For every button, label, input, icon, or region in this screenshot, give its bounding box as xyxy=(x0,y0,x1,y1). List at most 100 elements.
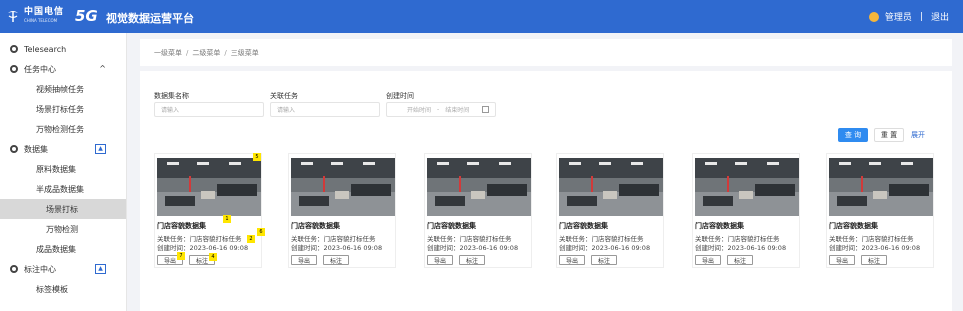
brand-name: 中国电信 xyxy=(24,7,65,17)
thumb-sofa xyxy=(165,196,195,206)
sidebar-item-label: 标签模板 xyxy=(36,284,68,294)
thumb-light xyxy=(167,162,179,165)
breadcrumb-level-3: 三级菜单 xyxy=(230,48,259,57)
sidebar-item-2[interactable]: 视频抽帧任务 xyxy=(0,79,126,99)
thumb-ceiling xyxy=(695,158,799,178)
thumb-sofa xyxy=(351,184,391,196)
thumb-table xyxy=(335,191,349,199)
dataset-thumbnail[interactable] xyxy=(427,158,531,216)
app-title: 视觉数据运营平台 xyxy=(106,12,194,25)
end-time-placeholder: 结束时间 xyxy=(445,107,470,114)
sidebar-item-10[interactable]: 成品数据集 xyxy=(0,239,126,259)
thumb-sofa xyxy=(837,196,867,206)
export-button[interactable]: 导出 xyxy=(291,255,317,265)
user-name[interactable]: 管理员 xyxy=(885,10,912,23)
chevron-up-icon[interactable]: ^ xyxy=(99,64,106,73)
card-create-time: 创建时间：2023-06-16 09:08 xyxy=(157,244,249,252)
breadcrumb-separator: / xyxy=(224,48,227,57)
sidebar-item-6[interactable]: 原料数据集 xyxy=(0,159,126,179)
annotate-button[interactable]: 标注 xyxy=(861,255,887,265)
card-title: 门店容貌数据集 xyxy=(559,222,608,230)
annotation-marker: 4 xyxy=(209,253,217,261)
start-time-placeholder: 开始时间 xyxy=(407,107,432,114)
sidebar-item-label: 成品数据集 xyxy=(36,244,76,254)
annotate-button[interactable]: 标注 xyxy=(323,255,349,265)
globe-icon xyxy=(10,145,18,153)
create-time-range-picker[interactable]: 开始时间 - 结束时间 xyxy=(386,102,496,117)
logout-link[interactable]: 退出 xyxy=(931,10,949,23)
thumb-ceiling xyxy=(559,158,663,178)
sidebar-item-label: 数据集 xyxy=(24,144,48,154)
sidebar-item-0[interactable]: Telesearch xyxy=(0,39,126,59)
thumb-light xyxy=(599,162,611,165)
sidebar: Telesearch 任务中心 ^ 视频抽帧任务 场景打标任务万物检测任务数据集 ▲ 原料数… xyxy=(0,33,127,311)
card-title: 门店容貌数据集 xyxy=(427,222,476,230)
sidebar-item-7[interactable]: 半成品数据集 xyxy=(0,179,126,199)
top-header: 中国电信 CHINA TELECOM 5G 视觉数据运营平台 管理员 | 退出 xyxy=(0,0,963,33)
card-title: 门店容貌数据集 xyxy=(829,222,878,230)
thumb-table xyxy=(739,191,753,199)
dataset-card[interactable]: 门店容貌数据集 关联任务：门店容貌打标任务 创建时间：2023-06-16 09… xyxy=(692,153,800,268)
query-button[interactable]: 查 询 xyxy=(838,128,868,142)
dataset-card[interactable]: 门店容貌数据集 关联任务：门店容貌打标任务 创建时间：2023-06-16 09… xyxy=(288,153,396,268)
sidebar-item-label: 视频抽帧任务 xyxy=(36,84,84,94)
dataset-name-input[interactable]: 请输入 xyxy=(154,102,264,117)
user-avatar-icon[interactable] xyxy=(868,11,879,22)
sidebar-item-label: Telesearch xyxy=(24,44,67,54)
dataset-card[interactable]: 门店容貌数据集 关联任务：门店容貌打标任务 创建时间：2023-06-16 09… xyxy=(154,153,265,268)
range-separator: - xyxy=(437,106,440,113)
sidebar-item-label: 场景打标任务 xyxy=(36,104,84,114)
thumb-red-post xyxy=(727,176,729,192)
breadcrumb-level-1[interactable]: 一级菜单 xyxy=(154,48,182,58)
export-button[interactable]: 导出 xyxy=(695,255,721,265)
annotate-button[interactable]: 标注 xyxy=(727,255,753,265)
thumb-light xyxy=(901,162,913,165)
sidebar-item-8[interactable]: 场景打标 xyxy=(0,199,126,219)
annotate-button[interactable]: 标注 xyxy=(459,255,485,265)
dataset-card[interactable]: 门店容貌数据集 关联任务：门店容貌打标任务 创建时间：2023-06-16 09… xyxy=(826,153,934,268)
export-button[interactable]: 导出 xyxy=(829,255,855,265)
sidebar-item-12[interactable]: 标签模板 xyxy=(0,279,126,299)
breadcrumb-level-2[interactable]: 二级菜单 xyxy=(192,48,220,58)
sidebar-item-3[interactable]: 场景打标任务 xyxy=(0,99,126,119)
card-title: 门店容貌数据集 xyxy=(695,222,744,230)
reset-button[interactable]: 重 置 xyxy=(874,128,904,142)
dataset-card[interactable]: 门店容貌数据集 关联任务：门店容貌打标任务 创建时间：2023-06-16 09… xyxy=(556,153,664,268)
dataset-thumbnail[interactable] xyxy=(157,158,261,216)
dataset-thumbnail[interactable] xyxy=(291,158,395,216)
create-time-label: 创建时间 xyxy=(386,92,414,100)
sidebar-item-4[interactable]: 万物检测任务 xyxy=(0,119,126,139)
dataset-thumbnail[interactable] xyxy=(829,158,933,216)
thumb-red-post xyxy=(861,176,863,192)
china-telecom-logo-icon xyxy=(8,11,18,22)
sidebar-item-11[interactable]: 标注中心 ▲ xyxy=(0,259,126,279)
thumb-light xyxy=(839,162,851,165)
export-button[interactable]: 导出 xyxy=(559,255,585,265)
dataset-thumbnail[interactable] xyxy=(559,158,663,216)
thumb-sofa xyxy=(703,196,733,206)
expand-filters-link[interactable]: 展开 xyxy=(911,130,925,140)
sidebar-item-5[interactable]: 数据集 ▲ xyxy=(0,139,126,159)
thumb-ceiling xyxy=(291,158,395,178)
annotation-marker: 5 xyxy=(253,153,261,161)
thumb-sofa xyxy=(567,196,597,206)
thumb-red-post xyxy=(189,176,191,192)
thumb-sofa xyxy=(217,184,257,196)
dataset-card[interactable]: 门店容貌数据集 关联任务：门店容貌打标任务 创建时间：2023-06-16 09… xyxy=(424,153,532,268)
sidebar-item-1[interactable]: 任务中心 ^ xyxy=(0,59,126,79)
thumb-light xyxy=(869,162,881,165)
thumb-table xyxy=(471,191,485,199)
related-task-input[interactable]: 请输入 xyxy=(270,102,380,117)
export-button[interactable]: 导出 xyxy=(427,255,453,265)
dataset-thumbnail[interactable] xyxy=(695,158,799,216)
user-area: 管理员 | 退出 xyxy=(868,10,949,23)
thumb-ceiling xyxy=(427,158,531,178)
collapse-toggle-icon[interactable]: ▲ xyxy=(95,144,106,154)
thumb-red-post xyxy=(591,176,593,192)
annotate-button[interactable]: 标注 xyxy=(591,255,617,265)
sidebar-item-9[interactable]: 万物检测 xyxy=(0,219,126,239)
thumb-light xyxy=(735,162,747,165)
globe-icon xyxy=(10,65,18,73)
annotation-marker: 2 xyxy=(247,235,255,243)
collapse-toggle-icon[interactable]: ▲ xyxy=(95,264,106,274)
